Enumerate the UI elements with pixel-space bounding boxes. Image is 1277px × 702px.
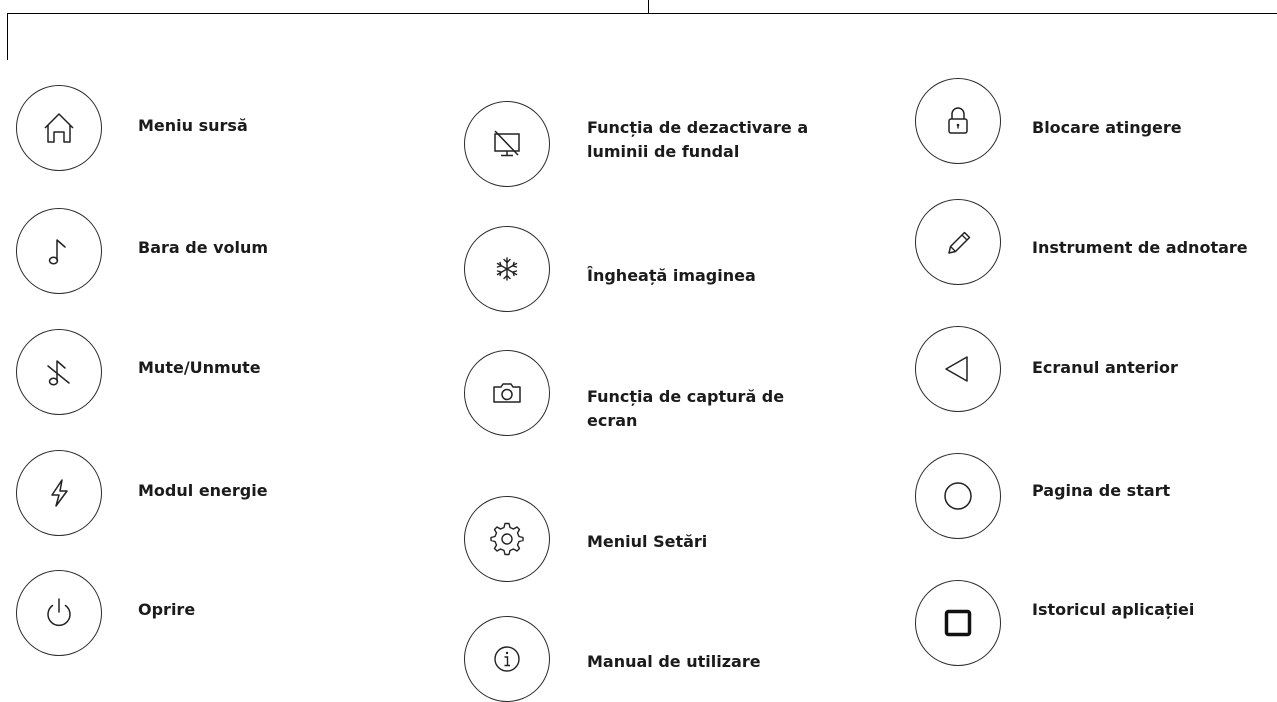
source-menu-label: Meniu sursă xyxy=(138,116,248,135)
backlight-off-button[interactable] xyxy=(464,101,550,187)
mute-button[interactable] xyxy=(16,329,102,415)
power-off-label: Oprire xyxy=(138,600,196,619)
lightning-icon xyxy=(51,479,68,507)
screen-capture-label: Funcția de captură de xyxy=(587,387,785,406)
user-manual-label: Manual de utilizare xyxy=(587,652,761,671)
frame-center-tick xyxy=(648,0,650,13)
volume-bar-label: Bara de volum xyxy=(138,238,269,257)
app-history-button[interactable] xyxy=(915,580,1001,666)
backlight-off-icon xyxy=(494,130,520,157)
user-manual-button[interactable] xyxy=(464,616,550,702)
power-off-button[interactable] xyxy=(16,570,102,656)
backlight-off-label-line2: luminii de fundal xyxy=(587,142,740,161)
freeze-label: Îngheață imaginea xyxy=(587,266,756,285)
touch-lock-button[interactable] xyxy=(915,78,1001,164)
mute-icon xyxy=(47,360,70,386)
camera-icon xyxy=(493,383,521,403)
touch-lock-label: Blocare atingere xyxy=(1032,118,1182,137)
frame-top-line xyxy=(7,13,1277,15)
annotation-tool-label: Instrument de adnotare xyxy=(1032,238,1248,257)
annotation-tool-button[interactable] xyxy=(915,199,1001,285)
home-icon xyxy=(44,113,74,143)
previous-screen-button[interactable] xyxy=(915,326,1001,412)
screen-capture-label-line2: ecran xyxy=(587,411,638,430)
source-menu-button[interactable] xyxy=(16,85,102,171)
info-icon xyxy=(494,646,520,672)
music-note-icon xyxy=(48,239,66,265)
back-triangle-icon xyxy=(945,356,968,382)
mute-label: Mute/Unmute xyxy=(138,358,261,377)
screen-capture-button[interactable] xyxy=(464,350,550,436)
backlight-off-label: Funcția de dezactivare a xyxy=(587,118,809,137)
volume-bar-button[interactable] xyxy=(16,208,102,294)
app-history-label: Istoricul aplicației xyxy=(1032,600,1195,619)
settings-label: Meniul Setări xyxy=(587,532,708,551)
pencil-icon xyxy=(948,231,971,254)
energy-mode-label: Modul energie xyxy=(138,481,268,500)
settings-button[interactable] xyxy=(464,496,550,582)
power-icon xyxy=(47,598,71,627)
home-page-label: Pagina de start xyxy=(1032,481,1171,500)
previous-screen-label: Ecranul anterior xyxy=(1032,358,1178,377)
lock-icon xyxy=(948,107,968,134)
freeze-button[interactable] xyxy=(464,226,550,312)
snowflake-icon xyxy=(496,257,518,281)
home-circle-icon xyxy=(944,482,972,510)
frame-left-line xyxy=(7,13,9,60)
energy-mode-button[interactable] xyxy=(16,450,102,536)
recent-apps-icon xyxy=(944,609,972,637)
gear-icon xyxy=(490,522,524,556)
home-page-button[interactable] xyxy=(915,453,1001,539)
